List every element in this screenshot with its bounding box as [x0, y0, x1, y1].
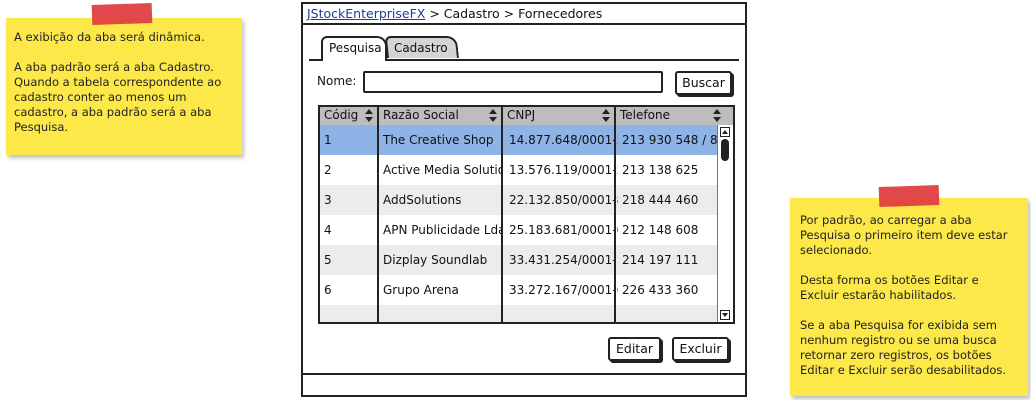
cell-codigo: 6	[324, 283, 332, 297]
scroll-up-icon[interactable]	[720, 127, 730, 137]
app-window: JStockEnterpriseFX > Cadastro > Forneced…	[301, 2, 747, 397]
fornecedores-table: Códig Razão Social CNPJ Telefone 1 The C…	[318, 105, 735, 324]
cell-cnpj: 25.183.681/0001-0	[509, 223, 618, 237]
table-row[interactable]: 4 APN Publicidade Lda 25.183.681/0001-0 …	[320, 215, 717, 245]
cell-razao-social: Dizplay Soundlab	[383, 253, 488, 267]
sort-icon[interactable]	[489, 109, 497, 122]
cell-razao-social: APN Publicidade Lda	[383, 223, 503, 237]
buscar-button[interactable]: Buscar	[675, 71, 732, 95]
table-row[interactable]: 1 The Creative Shop 14.877.648/0001-5 21…	[320, 125, 718, 155]
sticky-note-right: Por padrão, ao carregar a aba Pesquisa o…	[790, 184, 1028, 396]
breadcrumb: JStockEnterpriseFX > Cadastro > Forneced…	[303, 4, 745, 25]
cell-telefone: 214 197 111	[622, 253, 699, 267]
table-row-empty	[320, 305, 717, 322]
note-right-paragraph-1: Por padrão, ao carregar a aba Pesquisa o…	[800, 213, 1008, 257]
sort-icon[interactable]	[602, 109, 610, 122]
tab-cadastro-label: Cadastro	[393, 41, 448, 55]
column-divider	[501, 125, 503, 322]
note-left-paragraph-1: A exibição da aba será dinâmica.	[14, 30, 205, 44]
sort-icon[interactable]	[713, 109, 721, 122]
column-header-label: Telefone	[620, 108, 670, 122]
column-divider	[377, 125, 379, 322]
nome-label: Nome:	[317, 74, 357, 88]
cell-telefone: 213 930 548 / 8	[622, 133, 718, 147]
cell-razao-social: Grupo Arena	[383, 283, 459, 297]
note-left-paragraph-2: A aba padrão será a aba Cadastro. Quando…	[14, 60, 222, 134]
cell-cnpj: 22.132.850/0001-8	[509, 193, 618, 207]
column-header-cnpj[interactable]: CNPJ	[503, 107, 616, 125]
cell-cnpj: 33.431.254/0001-1	[509, 253, 618, 267]
column-header-label: Razão Social	[383, 108, 459, 122]
note-right-paragraph-3: Se a aba Pesquisa for exibida sem nenhum…	[800, 318, 1007, 377]
status-bar	[303, 373, 745, 395]
cell-cnpj: 13.576.119/0001-5	[509, 163, 618, 177]
cell-telefone: 213 138 625	[622, 163, 699, 177]
column-header-label: Códig	[324, 108, 359, 122]
cell-razao-social: The Creative Shop	[383, 133, 494, 147]
table-header: Códig Razão Social CNPJ Telefone	[320, 107, 733, 126]
sort-icon[interactable]	[365, 109, 373, 122]
cell-telefone: 218 444 460	[622, 193, 699, 207]
column-header-label: CNPJ	[507, 108, 536, 122]
tab-pesquisa[interactable]: Pesquisa	[321, 36, 387, 61]
column-header-telefone[interactable]: Telefone	[616, 107, 725, 125]
scrollbar-thumb[interactable]	[721, 139, 729, 161]
table-row[interactable]: 3 AddSolutions 22.132.850/0001-8 218 444…	[320, 185, 717, 215]
breadcrumb-path: > Cadastro > Fornecedores	[425, 6, 603, 21]
cell-razao-social: Active Media Solutio	[383, 163, 503, 177]
sticky-note-left: A exibição da aba será dinâmica. A aba p…	[6, 2, 242, 155]
cell-codigo: 4	[324, 223, 332, 237]
cell-codigo: 1	[324, 133, 332, 147]
table-row[interactable]: 6 Grupo Arena 33.272.167/0001-6 226 433 …	[320, 275, 717, 305]
cell-codigo: 3	[324, 193, 332, 207]
note-right-paragraph-2: Desta forma os botões Editar e Excluir e…	[800, 273, 979, 302]
table-row[interactable]: 2 Active Media Solutio 13.576.119/0001-5…	[320, 155, 717, 185]
nome-search-input[interactable]	[363, 71, 663, 93]
breadcrumb-root-link[interactable]: JStockEnterpriseFX	[307, 6, 425, 21]
cell-cnpj: 14.877.648/0001-5	[509, 133, 618, 147]
table-row[interactable]: 5 Dizplay Soundlab 33.431.254/0001-1 214…	[320, 245, 717, 275]
cell-razao-social: AddSolutions	[383, 193, 462, 207]
column-header-razao-social[interactable]: Razão Social	[379, 107, 503, 125]
cell-codigo: 2	[324, 163, 332, 177]
tape-decoration	[91, 2, 153, 26]
column-header-codigo[interactable]: Códig	[320, 107, 379, 125]
scroll-down-icon[interactable]	[720, 310, 730, 320]
cell-telefone: 226 433 360	[622, 283, 699, 297]
excluir-button[interactable]: Excluir	[672, 337, 729, 361]
editar-button[interactable]: Editar	[608, 337, 661, 361]
cell-telefone: 212 148 608	[622, 223, 699, 237]
cell-cnpj: 33.272.167/0001-6	[509, 283, 618, 297]
tape-decoration	[878, 184, 940, 208]
tab-pesquisa-label: Pesquisa	[329, 41, 382, 55]
tab-cadastro[interactable]: Cadastro	[384, 36, 459, 58]
column-divider	[614, 125, 616, 322]
cell-codigo: 5	[324, 253, 332, 267]
table-scrollbar[interactable]	[717, 125, 733, 322]
